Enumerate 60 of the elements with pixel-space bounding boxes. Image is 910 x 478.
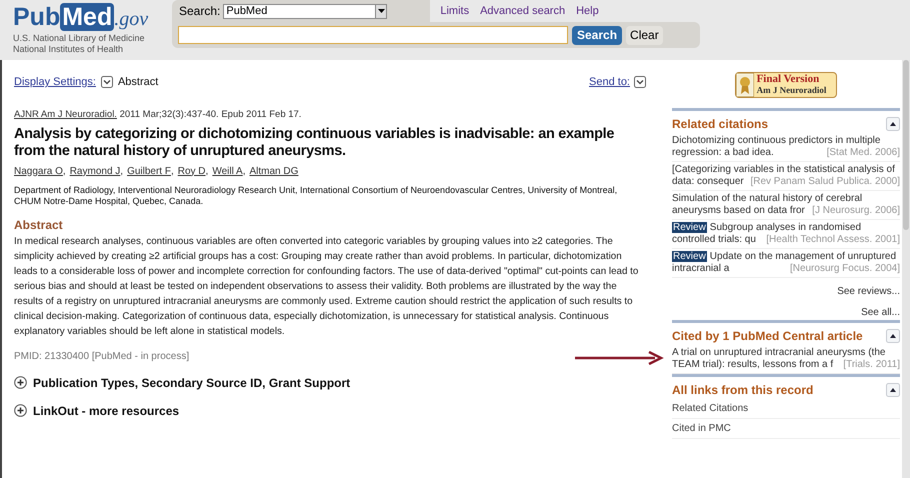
collapse-icon[interactable] (886, 383, 900, 397)
separator: , (62, 164, 66, 179)
separator: , (206, 164, 208, 179)
pmid-text: PMID: 21330400 [PubMed - in process] (14, 350, 190, 364)
author-link[interactable]: Weill A (212, 164, 243, 179)
citation-link[interactable]: Review Update on the management of unruptured intracranial a [Neurosurg Focus. 2004] (672, 249, 900, 278)
database-select[interactable]: PubMed (223, 4, 388, 18)
review-badge: Review (672, 222, 707, 233)
header-link[interactable]: Advanced search (480, 2, 566, 20)
separator: , (242, 164, 246, 179)
author-link[interactable]: Guilbert F (127, 164, 171, 179)
citation-link[interactable]: Review Subgroup analyses in randomised controlled trials: qu [Health Technol Assess. 2001] (672, 220, 900, 249)
more-link[interactable]: See all... (861, 305, 900, 320)
organization-name: U.S. National Library of Medicine (13, 33, 146, 44)
collapse-icon[interactable] (886, 117, 900, 131)
scrollbar[interactable] (902, 60, 910, 478)
article-title: Analysis by categorizing or dichotomizing continuous variables is inadvisable: an example from the natural history of unruptured aneurysms. (14, 126, 616, 160)
header-link[interactable]: Limits (440, 2, 470, 20)
collapse-icon[interactable] (886, 329, 900, 343)
header-link[interactable]: Help (576, 2, 599, 20)
abstract-text: In medical research analyses, continuous variables are often converted into categoric variables by grouping values into ≥2 categories. The simplicity achieved by creating ≥2 artificial groups has a cost: Grouping may create rather than avoid problems. In particular, dichotomization leads to a considerable loss of power and incomplete correction for confounding factors. The use of data-derived "optimal" cut-points can lead to serious bias and should at least be tested on independent observations to assess their validity. Both problems are illustrated by the way the results of a registry on unruptured intracranial aneurysms are commonly used. Extreme caution should restrict the application of such results to clinical decision-making. Categorization of continuous data, especially dichotomization, is unnecessary for statistical analysis. Continuous explanatory variables should be left alone in statistical models. (14, 234, 640, 339)
citation-link[interactable]: Dichotomizing continuous predictors in multiple regression: a bad idea. [Stat Med. 2006] (672, 133, 900, 162)
section-toggle[interactable]: Publication Types, Secondary Source ID, Grant Support (33, 374, 350, 392)
separator: , (120, 164, 124, 179)
search-button[interactable]: Search (572, 26, 622, 44)
citation-link[interactable]: [Categorizing variables in the statistical analysis of data: consequer [Rev Panam Salud Publica. 2000] (672, 162, 900, 191)
panel-heading: All links from this record (672, 382, 814, 399)
search-label: Search: (179, 3, 220, 20)
citation-line: AJNR Am J Neuroradiol. 2011 Mar;32(3):437-40. Epub 2011 Feb 17. (14, 108, 302, 122)
ribbon-icon (736, 73, 754, 97)
abstract-heading: Abstract (14, 216, 64, 234)
author-link[interactable]: Raymond J (70, 164, 120, 179)
author-link[interactable]: Naggara O (14, 164, 63, 179)
record-link[interactable]: Cited in PMC (672, 419, 900, 439)
separator: , (170, 164, 174, 179)
display-settings-link[interactable]: Display Settings: (14, 74, 96, 90)
affiliation: Department of Radiology, Interventional Neuroradiology Research Unit, International Consortium of Neuroendovascular Centres, University of Montreal, CHUM Notre-Dame Hospital, Quebec, Canada. (14, 184, 618, 207)
citation-link[interactable]: A trial on unruptured intracranial aneurysms (the TEAM trial): results, lessons from a f [Trials. 2011] (672, 345, 900, 374)
pubmed-logo[interactable]: PubMed.gov (13, 3, 172, 33)
caret-icon (378, 9, 385, 13)
clear-button[interactable]: Clear (626, 26, 663, 44)
final-version-badge[interactable]: Final Version Am J Neuroradiol (734, 72, 838, 98)
expand-icon[interactable] (14, 376, 27, 390)
more-link[interactable]: See reviews... (837, 284, 900, 299)
organization-name: National Institutes of Health (13, 44, 124, 55)
review-badge: Review (672, 251, 707, 262)
panel-heading: Cited by 1 PubMed Central article (672, 328, 863, 345)
panel-heading: Related citations (672, 116, 768, 133)
dropdown-icon[interactable] (100, 76, 113, 88)
dropdown-icon[interactable] (634, 76, 646, 88)
expand-icon[interactable] (14, 404, 27, 418)
author-link[interactable]: Roy D (178, 164, 206, 179)
citation-link[interactable]: Simulation of the natural history of cerebral aneurysms based on data fror [J Neurosurg. 2006] (672, 191, 900, 220)
send-to-link[interactable]: Send to: (589, 74, 630, 90)
journal-link[interactable]: AJNR Am J Neuroradiol. (14, 108, 117, 120)
author-link[interactable]: Altman DG (250, 164, 298, 179)
format-label: Abstract (118, 75, 158, 90)
record-link[interactable]: Related Citations (672, 399, 900, 419)
search-field[interactable] (178, 26, 568, 44)
section-toggle[interactable]: LinkOut - more resources (33, 402, 180, 420)
